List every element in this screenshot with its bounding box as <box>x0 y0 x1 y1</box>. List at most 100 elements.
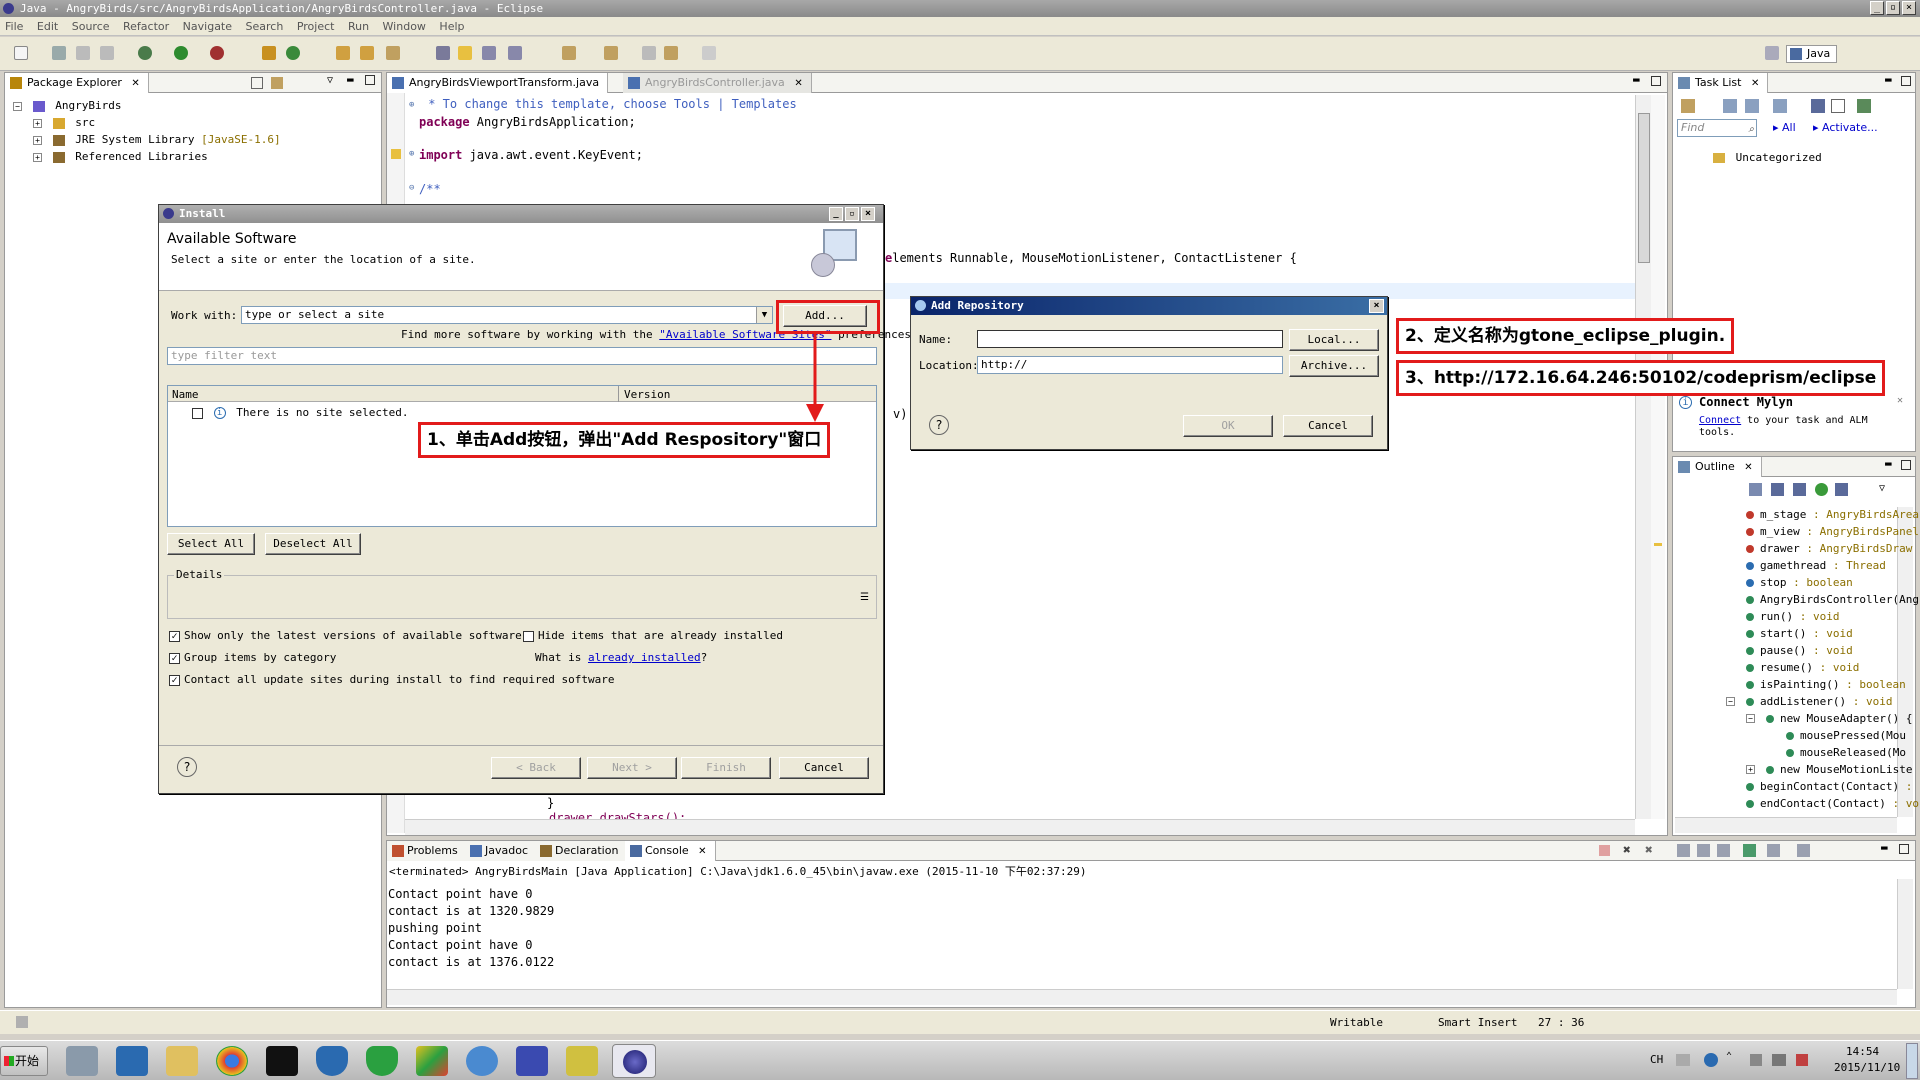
opt-hide-installed-checkbox[interactable] <box>523 630 534 642</box>
remove-launch-icon[interactable]: ✖ <box>1623 843 1631 858</box>
hide-completed-icon[interactable] <box>1811 99 1825 113</box>
tree-item-referenced-libraries[interactable]: + Referenced Libraries <box>33 150 208 163</box>
column-name[interactable]: Name <box>172 388 199 401</box>
outline-item[interactable]: AngryBirdsController(Ang <box>1746 593 1919 606</box>
minimize-editor-icon[interactable]: ▬ <box>1633 73 1640 86</box>
menu-refactor[interactable]: Refactor <box>118 17 174 33</box>
ok-button[interactable]: OK <box>1183 415 1273 437</box>
start-button[interactable]: 开始 <box>0 1046 48 1076</box>
opt-latest-row[interactable]: ✓ Show only the latest versions of availa… <box>169 629 522 642</box>
maximize-view-icon[interactable] <box>1899 844 1909 854</box>
opt-group-row[interactable]: ✓ Group items by category <box>169 651 336 664</box>
forward-icon[interactable] <box>702 46 716 60</box>
outline-item[interactable]: pause() : void <box>1746 644 1853 657</box>
menu-project[interactable]: Project <box>292 17 340 33</box>
outline-item[interactable]: gamethread : Thread <box>1746 559 1886 572</box>
bird-app-icon[interactable] <box>466 1046 498 1076</box>
security-shield-icon[interactable] <box>316 1046 348 1076</box>
view-menu-icon[interactable]: ▽ <box>327 75 333 86</box>
collapse-all-icon[interactable] <box>1831 99 1845 113</box>
collapse-icon[interactable]: − <box>13 101 22 111</box>
folder-tool-icon[interactable] <box>566 1046 598 1076</box>
console-vertical-scrollbar[interactable] <box>1897 879 1913 989</box>
console-horizontal-scrollbar[interactable] <box>387 989 1897 1005</box>
outlook-icon[interactable] <box>116 1046 148 1076</box>
outline-item[interactable]: m_stage : AngryBirdsArea <box>1746 508 1919 521</box>
open-task-icon[interactable] <box>360 46 374 60</box>
terminate-icon[interactable] <box>1599 845 1610 856</box>
minimize-button[interactable]: _ <box>829 207 843 221</box>
activate-link[interactable]: ▸ Activate... <box>1813 121 1878 134</box>
outline-item[interactable]: mousePressed(Mou <box>1786 729 1906 742</box>
help-icon[interactable]: ? <box>177 757 197 777</box>
menu-run[interactable]: Run <box>343 17 374 33</box>
outline-item[interactable]: isPainting() : boolean <box>1746 678 1906 691</box>
expand-icon[interactable]: + <box>1746 765 1755 774</box>
editor-vertical-scrollbar[interactable] <box>1635 95 1651 819</box>
input-language[interactable]: CH <box>1650 1053 1663 1066</box>
outline-horizontal-scrollbar[interactable] <box>1675 817 1897 833</box>
clear-console-icon[interactable] <box>1697 844 1710 857</box>
outline-item[interactable]: resume() : void <box>1746 661 1859 674</box>
tab-controller[interactable]: AngryBirdsController.java ✕ <box>623 73 812 93</box>
view-menu-icon[interactable]: ▽ <box>1879 483 1885 494</box>
cancel-button[interactable]: Cancel <box>1283 415 1373 437</box>
tray-flag-icon[interactable] <box>1750 1054 1762 1066</box>
maximize-button[interactable]: ▫ <box>1886 1 1900 15</box>
close-icon[interactable]: ✕ <box>794 78 802 89</box>
collapse-icon[interactable]: − <box>1746 714 1755 723</box>
outline-item[interactable]: addListener() : void − <box>1726 695 1892 708</box>
cancel-button[interactable]: Cancel <box>779 757 869 779</box>
outline-item[interactable]: drawer : AngryBirdsDraw <box>1746 542 1912 555</box>
outline-item[interactable]: beginContact(Contact) : <box>1746 780 1912 793</box>
collapse-icon[interactable]: − <box>1726 697 1735 706</box>
deselect-all-button[interactable]: Deselect All <box>265 533 361 555</box>
outline-item[interactable]: start() : void <box>1746 627 1853 640</box>
minimize-button[interactable]: _ <box>1870 1 1884 15</box>
new-java-package-icon[interactable] <box>262 46 276 60</box>
opt-hide-installed-row[interactable]: Hide items that are already installed <box>523 629 783 642</box>
new-java-class-icon[interactable] <box>286 46 300 60</box>
warning-marker[interactable] <box>1654 543 1662 546</box>
minimize-view-icon[interactable]: ▬ <box>1885 457 1892 470</box>
open-console-icon[interactable] <box>1797 844 1810 857</box>
close-button[interactable]: × <box>1902 1 1916 15</box>
maximize-view-icon[interactable] <box>1901 76 1911 86</box>
next-annotation-icon[interactable] <box>562 46 576 60</box>
hide-local-types-icon[interactable] <box>1835 483 1848 496</box>
outline-item[interactable]: stop : boolean <box>1746 576 1853 589</box>
tray-network-icon[interactable] <box>1772 1054 1786 1066</box>
debug-icon[interactable] <box>138 46 152 60</box>
tree-item-jre[interactable]: + JRE System Library [JavaSE-1.6] <box>33 133 281 146</box>
maximize-view-icon[interactable] <box>365 75 375 85</box>
editor-horizontal-scrollbar[interactable] <box>405 819 1635 835</box>
categorized-icon[interactable] <box>1723 99 1737 113</box>
tree-project-angrybirds[interactable]: − AngryBirds <box>13 99 121 112</box>
close-icon[interactable]: ✕ <box>698 846 706 857</box>
scroll-lock-icon[interactable] <box>1677 844 1690 857</box>
opt-contact-checkbox[interactable]: ✓ <box>169 674 180 686</box>
save-all-icon[interactable] <box>76 46 90 60</box>
column-version[interactable]: Version <box>624 388 670 401</box>
fold-icon[interactable]: ⊕ <box>409 149 414 159</box>
open-type-icon[interactable] <box>336 46 350 60</box>
tree-item-src[interactable]: + src <box>33 116 95 129</box>
maximize-editor-icon[interactable] <box>1651 76 1661 86</box>
tab-problems[interactable]: Problems <box>387 841 467 861</box>
close-icon[interactable]: ✕ <box>1744 462 1752 473</box>
close-icon[interactable]: ✕ <box>1897 395 1903 406</box>
save-icon[interactable] <box>52 46 66 60</box>
close-button[interactable]: × <box>1369 299 1384 313</box>
menu-navigate[interactable]: Navigate <box>178 17 237 33</box>
archive-button[interactable]: Archive... <box>1289 355 1379 377</box>
menu-file[interactable]: File <box>0 17 28 33</box>
tray-printer-icon[interactable] <box>1676 1054 1690 1066</box>
minimize-view-icon[interactable]: ▬ <box>1885 73 1892 86</box>
sort-icon[interactable] <box>1749 483 1762 496</box>
fold-icon[interactable]: ⊕ <box>409 100 414 110</box>
close-icon[interactable]: ✕ <box>1751 78 1759 89</box>
outline-item[interactable]: m_view : AngryBirdsPanel <box>1746 525 1919 538</box>
menu-edit[interactable]: Edit <box>32 17 63 33</box>
filter-input[interactable]: type filter text <box>167 347 877 365</box>
connect-link[interactable]: Connect <box>1699 415 1741 426</box>
